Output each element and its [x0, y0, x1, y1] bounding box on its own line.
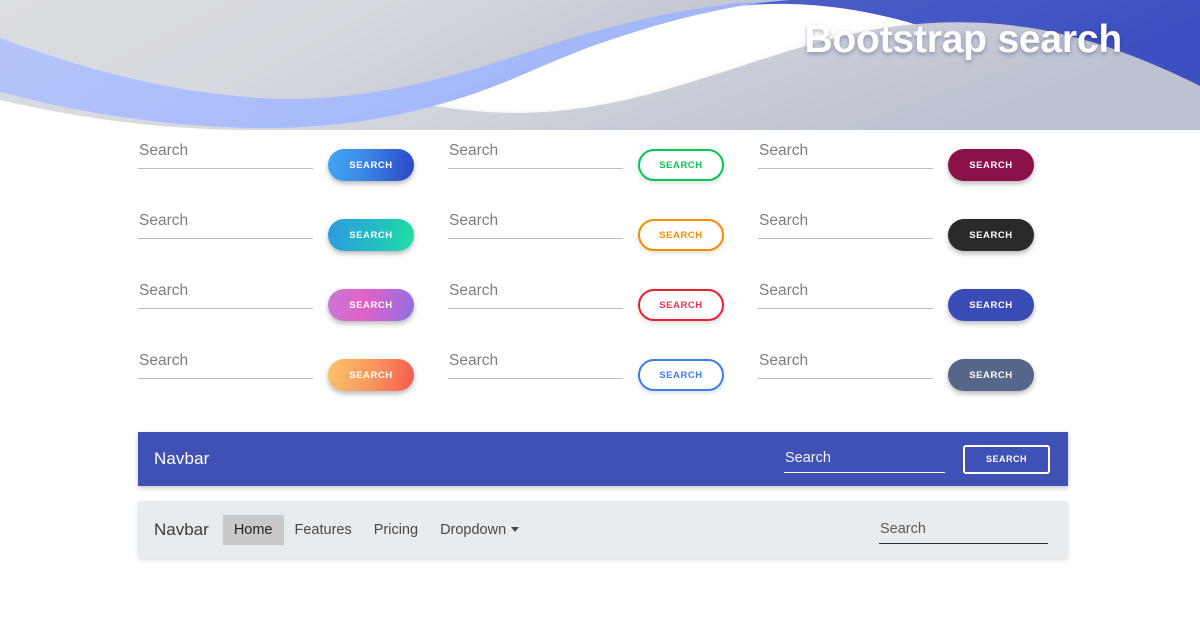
search-field — [138, 352, 313, 379]
search-input[interactable] — [758, 142, 933, 169]
navbar-blue-search-input[interactable] — [784, 450, 945, 473]
search-cell: SEARCH — [758, 136, 1068, 206]
search-button[interactable]: SEARCH — [638, 289, 724, 321]
search-grid: SEARCH SEARCH SEARCH SEARCH SEARCH — [138, 136, 1068, 416]
search-grid-row: SEARCH SEARCH SEARCH — [138, 346, 1068, 416]
search-cell: SEARCH — [758, 206, 1068, 276]
nav-link-dropdown[interactable]: Dropdown — [429, 515, 530, 545]
nav-link-dropdown-label: Dropdown — [440, 522, 506, 538]
search-field — [758, 282, 933, 309]
nav-link-features[interactable]: Features — [284, 515, 363, 545]
search-input[interactable] — [758, 282, 933, 309]
hero-header: Bootstrap search — [0, 0, 1200, 130]
search-field — [758, 142, 933, 169]
search-button[interactable]: SEARCH — [328, 149, 414, 181]
search-input[interactable] — [138, 352, 313, 379]
search-field — [758, 212, 933, 239]
search-cell: SEARCH — [138, 136, 448, 206]
search-cell: SEARCH — [138, 346, 448, 416]
search-input[interactable] — [138, 212, 313, 239]
search-field — [758, 352, 933, 379]
search-cell: SEARCH — [758, 346, 1068, 416]
navbar-light: Navbar Home Features Pricing Dropdown — [138, 501, 1068, 558]
search-grid-row: SEARCH SEARCH SEARCH — [138, 136, 1068, 206]
search-button[interactable]: SEARCH — [328, 289, 414, 321]
page-title: Bootstrap search — [804, 18, 1122, 62]
search-cell: SEARCH — [448, 346, 758, 416]
nav-link-home-label: Home — [234, 522, 273, 538]
navbar-light-search-input[interactable] — [879, 521, 1048, 544]
search-cell: SEARCH — [138, 276, 448, 346]
search-cell: SEARCH — [758, 276, 1068, 346]
search-input[interactable] — [448, 352, 623, 379]
search-input[interactable] — [448, 282, 623, 309]
search-input[interactable] — [138, 142, 313, 169]
search-cell: SEARCH — [448, 276, 758, 346]
search-button[interactable]: SEARCH — [638, 219, 724, 251]
navbar-blue-search-button[interactable]: SEARCH — [963, 445, 1050, 474]
search-button[interactable]: SEARCH — [948, 289, 1034, 321]
navbar-light-search-field — [879, 520, 1048, 544]
search-input[interactable] — [758, 352, 933, 379]
search-button[interactable]: SEARCH — [638, 359, 724, 391]
search-field — [138, 282, 313, 309]
search-field — [138, 142, 313, 169]
navbar-blue-brand[interactable]: Navbar — [154, 449, 209, 469]
search-input[interactable] — [448, 142, 623, 169]
search-button[interactable]: SEARCH — [328, 359, 414, 391]
nav-link-home[interactable]: Home — [223, 515, 284, 545]
search-button[interactable]: SEARCH — [948, 219, 1034, 251]
search-cell: SEARCH — [448, 206, 758, 276]
search-field — [138, 212, 313, 239]
search-field — [448, 282, 623, 309]
search-input[interactable] — [448, 212, 623, 239]
search-field — [448, 352, 623, 379]
navbar-light-brand[interactable]: Navbar — [154, 520, 209, 540]
search-button[interactable]: SEARCH — [328, 219, 414, 251]
search-grid-row: SEARCH SEARCH SEARCH — [138, 206, 1068, 276]
search-cell: SEARCH — [448, 136, 758, 206]
search-input[interactable] — [758, 212, 933, 239]
navbar-blue: Navbar SEARCH — [138, 432, 1068, 486]
search-button[interactable]: SEARCH — [948, 149, 1034, 181]
nav-link-features-label: Features — [295, 522, 352, 538]
chevron-down-icon — [511, 527, 519, 532]
nav-link-pricing[interactable]: Pricing — [363, 515, 429, 545]
navbar-blue-search-field — [784, 449, 945, 473]
search-field — [448, 212, 623, 239]
search-field — [448, 142, 623, 169]
navbar-light-links: Home Features Pricing Dropdown — [223, 515, 530, 545]
search-grid-row: SEARCH SEARCH SEARCH — [138, 276, 1068, 346]
nav-link-pricing-label: Pricing — [374, 522, 418, 538]
search-button[interactable]: SEARCH — [948, 359, 1034, 391]
search-cell: SEARCH — [138, 206, 448, 276]
search-input[interactable] — [138, 282, 313, 309]
search-button[interactable]: SEARCH — [638, 149, 724, 181]
